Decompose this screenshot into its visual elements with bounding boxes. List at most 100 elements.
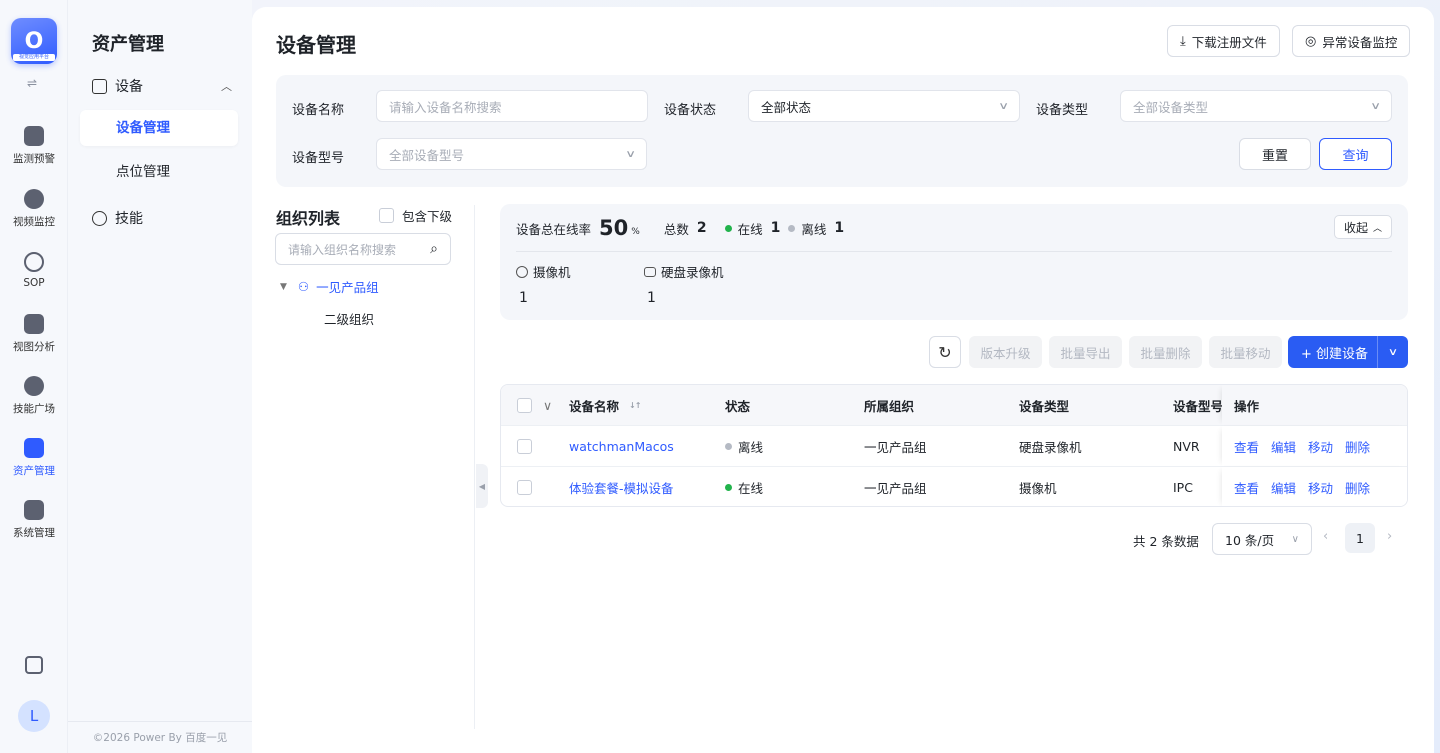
row-checkbox[interactable]	[517, 426, 532, 466]
edit-link[interactable]: 编辑	[1271, 437, 1296, 456]
search-icon[interactable]: ⌕	[430, 241, 438, 257]
actions-cell: 查看 编辑 移动 删除	[1222, 467, 1407, 506]
move-link[interactable]: 移动	[1308, 478, 1333, 497]
page-size-select[interactable]: 10 条/页 ∨	[1212, 523, 1312, 555]
logo-tag: 视觉应用平台	[13, 54, 55, 61]
rail-item-label: 视频监控	[13, 216, 55, 228]
abnormal-device-monitor-button[interactable]: ◎ 异常设备监控	[1292, 25, 1411, 57]
filter-label-status: 设备状态	[664, 103, 717, 118]
col-header-status: 状态	[725, 398, 751, 414]
tree-node-root[interactable]: ▼ ⚇ 一见产品组	[280, 277, 379, 296]
delete-link[interactable]: 删除	[1345, 478, 1370, 497]
rail-item-label: 技能广场	[13, 403, 55, 415]
collapse-left-icon[interactable]: ◀	[476, 464, 488, 508]
sort-icon[interactable]: ↓↑	[629, 401, 641, 410]
device-table: ∨ 设备名称 ↓↑ 状态 所属组织 设备类型 设备型号 操作 watchmanM…	[500, 384, 1408, 507]
placeholder: 请输入设备名称搜索	[389, 99, 502, 115]
filter-label-name: 设备名称	[292, 103, 345, 118]
version-upgrade-button[interactable]: 版本升级	[969, 336, 1042, 368]
button-label: + 创建设备	[1300, 346, 1369, 362]
history-icon[interactable]	[25, 656, 43, 674]
type-cell: 硬盘录像机	[1019, 439, 1082, 455]
chevron-down-icon: ∨	[1369, 100, 1381, 112]
actions-cell: 查看 编辑 移动 删除	[1222, 426, 1407, 466]
rail-item-system[interactable]: 系统管理	[0, 500, 68, 540]
online-label: 在线	[737, 221, 763, 237]
page-number-current[interactable]: 1	[1345, 523, 1375, 553]
rail-item-skills[interactable]: 技能广场	[0, 376, 68, 416]
device-type-select[interactable]: 全部设备类型 ∨	[1120, 90, 1392, 122]
next-page-icon[interactable]: ›	[1387, 529, 1392, 544]
col-header-name[interactable]: 设备名称 ↓↑	[569, 385, 641, 425]
edit-link[interactable]: 编辑	[1271, 478, 1296, 497]
device-name-link[interactable]: watchmanMacos	[569, 426, 674, 466]
monitor-icon: ◎	[1305, 33, 1317, 49]
tree-node-child[interactable]: 二级组织	[324, 309, 374, 328]
subnav-title: 资产管理	[92, 34, 164, 55]
row-checkbox[interactable]	[517, 467, 532, 506]
device-name-link[interactable]: 体验套餐-模拟设备	[569, 467, 674, 506]
create-device-button[interactable]: + 创建设备 ∨	[1288, 336, 1408, 368]
org-search-input[interactable]: 请输入组织名称搜索 ⌕	[275, 233, 451, 265]
caret-down-icon[interactable]: ▼	[280, 282, 287, 292]
col-header-actions: 操作	[1234, 398, 1260, 414]
select-value: 10 条/页	[1225, 532, 1275, 548]
subnav-group-skill[interactable]: 技能	[92, 208, 143, 228]
download-register-file-button[interactable]: ⤓ 下载注册文件	[1167, 25, 1280, 57]
device-model-select[interactable]: 全部设备型号 ∨	[376, 138, 647, 170]
select-all-checkbox[interactable]	[517, 385, 532, 425]
rail-item-analysis[interactable]: 视图分析	[0, 314, 68, 354]
status-text: 离线	[738, 439, 764, 455]
table-row: watchmanMacos 离线 一见产品组 硬盘录像机 NVR 查看 编辑 移…	[501, 425, 1407, 466]
chevron-down-icon[interactable]: ∨	[543, 385, 552, 425]
delete-link[interactable]: 删除	[1345, 437, 1370, 456]
col-header-type: 设备类型	[1019, 398, 1070, 414]
device-name-input[interactable]: 请输入设备名称搜索	[376, 90, 648, 122]
switch-icon[interactable]: ⇌	[27, 76, 37, 90]
refresh-icon[interactable]: ↻	[929, 336, 961, 368]
rail-item-assets[interactable]: 资产管理	[0, 438, 68, 478]
subnav-item-device-mgmt[interactable]: 设备管理	[80, 110, 238, 146]
device-type-count: 1	[519, 290, 528, 306]
collapse-stats-button[interactable]: 收起 ︿	[1333, 215, 1392, 239]
status-text: 在线	[738, 480, 764, 496]
download-icon: ⤓	[1180, 33, 1186, 49]
tree-node-label: 一见产品组	[316, 280, 379, 295]
subnav-item-point-mgmt[interactable]: 点位管理	[80, 154, 238, 190]
sub-navigation: 资产管理 设备 ︿ 设备管理 点位管理 技能 ©2026 Power By 百度…	[68, 0, 252, 753]
avatar[interactable]: L	[18, 700, 50, 732]
camera-icon	[516, 265, 528, 278]
view-link[interactable]: 查看	[1234, 478, 1259, 497]
table-row: 体验套餐-模拟设备 在线 一见产品组 摄像机 IPC 查看 编辑 移动 删除	[501, 466, 1407, 506]
checkbox-label: 包含下级	[402, 209, 453, 224]
asset-icon	[24, 438, 44, 458]
skills-icon	[24, 376, 44, 396]
chevron-up-icon[interactable]: ︿	[221, 78, 232, 94]
pagination-total: 共 2 条数据	[1133, 534, 1199, 549]
checkbox[interactable]	[379, 208, 394, 223]
placeholder: 请输入组织名称搜索	[288, 242, 397, 257]
app-logo[interactable]: O 视觉应用平台	[11, 18, 57, 64]
move-link[interactable]: 移动	[1308, 437, 1333, 456]
analysis-icon	[24, 314, 44, 334]
prev-page-icon[interactable]: ‹	[1323, 529, 1328, 544]
online-value: 1	[770, 220, 781, 236]
batch-move-button[interactable]: 批量移动	[1209, 336, 1282, 368]
placeholder: 全部设备类型	[1133, 99, 1209, 115]
offline-dot-icon	[788, 224, 796, 232]
device-status-select[interactable]: 全部状态 ∨	[748, 90, 1020, 122]
batch-export-button[interactable]: 批量导出	[1049, 336, 1122, 368]
reset-button[interactable]: 重置	[1239, 138, 1311, 170]
batch-delete-button[interactable]: 批量删除	[1129, 336, 1202, 368]
subnav-group-device[interactable]: 设备	[92, 76, 143, 96]
rail-item-monitoring[interactable]: 监测预警	[0, 126, 68, 166]
rail-item-label: 监测预警	[13, 153, 55, 165]
stats-panel: 设备总在线率 50 % 总数 2 在线 1 离线 1 收起 ︿ 摄像机 1 硬盘…	[500, 204, 1408, 320]
rail-item-video[interactable]: 视频监控	[0, 189, 68, 229]
query-button[interactable]: 查询	[1319, 138, 1392, 170]
include-sub-checkbox[interactable]: 包含下级	[379, 206, 452, 225]
rail-item-sop[interactable]: SOP	[0, 252, 68, 289]
chevron-down-icon[interactable]: ∨	[1372, 347, 1414, 358]
view-link[interactable]: 查看	[1234, 437, 1259, 456]
org-list-title: 组织列表	[276, 209, 341, 228]
